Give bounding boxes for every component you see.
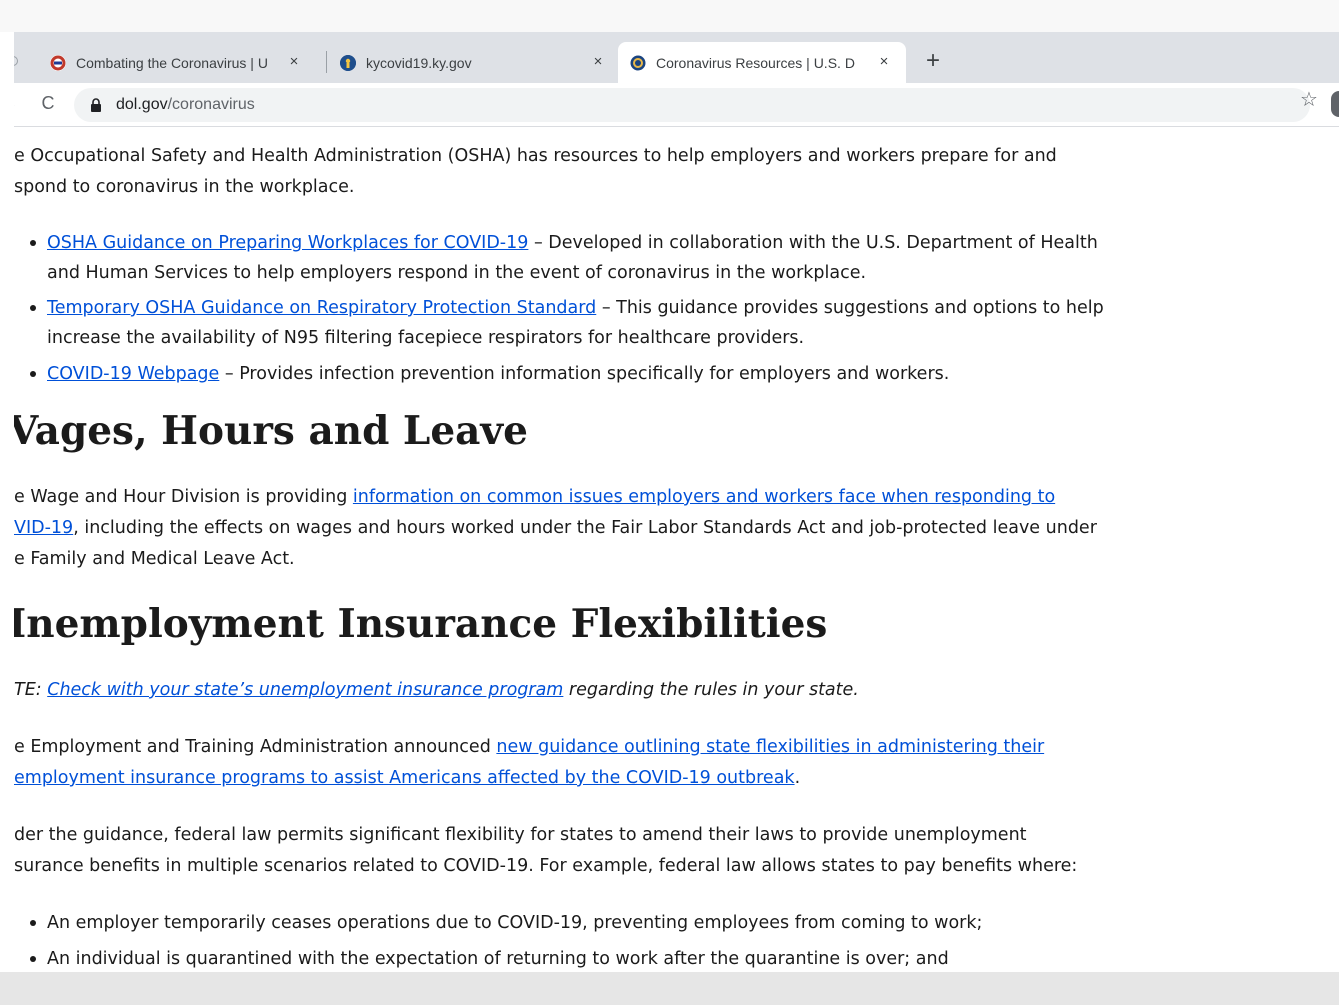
bookmark-star-icon[interactable]: ☆ (1295, 86, 1323, 114)
browser-window: Combating the Coronavirus | U × kycovid1… (14, 32, 1339, 972)
eta-line1: e Employment and Training Administration… (14, 732, 1044, 763)
list-item-text: – Developed in collaboration with the U.… (528, 233, 1098, 253)
dol-seal-favicon-icon (630, 55, 646, 71)
tab-kycovid[interactable]: kycovid19.ky.gov × (340, 42, 620, 83)
tab-separator (326, 51, 327, 73)
wage-hour-info-link[interactable]: information on common issues employers a… (353, 487, 1055, 507)
wages-line2: VID-19, including the effects on wages a… (14, 513, 1097, 544)
list-item-text: – Provides infection prevention informat… (219, 364, 950, 384)
profile-avatar[interactable] (1331, 91, 1339, 117)
lock-icon (90, 98, 102, 112)
respiratory-guidance-link[interactable]: Temporary OSHA Guidance on Respiratory P… (47, 298, 596, 318)
list-item: An individual is quarantined with the ex… (47, 949, 949, 969)
bullet-dot (30, 371, 36, 377)
tab-title: Combating the Coronavirus | U (76, 54, 268, 71)
list-item: OSHA Guidance on Preparing Workplaces fo… (47, 228, 1098, 258)
wages-line1: e Wage and Hour Division is providing in… (14, 482, 1055, 513)
guidance-line2: surance benefits in multiple scenarios r… (14, 856, 1078, 876)
forward-icon[interactable]: › (14, 96, 18, 112)
state-ui-program-link[interactable]: Check with your state’s unemployment ins… (47, 680, 563, 700)
eta-text: e Employment and Training Administration… (14, 737, 497, 757)
guidance-line1: der the guidance, federal law permits si… (14, 825, 1027, 845)
osha-intro-line1: e Occupational Safety and Health Adminis… (14, 146, 1057, 166)
wages-text: e Wage and Hour Division is providing (14, 487, 353, 507)
tab-strip: Combating the Coronavirus | U × kycovid1… (14, 32, 1339, 83)
top-backdrop (0, 0, 1339, 32)
bottom-backdrop (0, 972, 1339, 1005)
url-domain: dol.gov (116, 96, 168, 113)
wages-line3: e Family and Medical Leave Act. (14, 549, 295, 569)
close-tab-icon[interactable]: × (284, 52, 304, 72)
bullet-dot (30, 956, 36, 962)
list-item: An employer temporarily ceases operation… (47, 913, 983, 933)
bullet-dot (30, 240, 36, 246)
list-item: Temporary OSHA Guidance on Respiratory P… (47, 293, 1104, 323)
note-suffix: regarding the rules in your state. (563, 680, 859, 700)
wage-hour-info-link-cont[interactable]: VID-19 (14, 518, 73, 538)
new-tab-button[interactable]: + (920, 49, 946, 75)
osha-guidance-link[interactable]: OSHA Guidance on Preparing Workplaces fo… (47, 233, 528, 253)
list-item: COVID-19 Webpage – Provides infection pr… (47, 359, 949, 389)
partial-tab-edge (14, 56, 18, 66)
state-flexibilities-link-cont[interactable]: employment insurance programs to assist … (14, 768, 795, 788)
state-flexibilities-link[interactable]: new guidance outlining state flexibiliti… (496, 737, 1044, 757)
note-line: TE: Check with your state’s unemployment… (14, 675, 859, 706)
browser-toolbar: › C dol.gov/coronavirus ☆ (14, 83, 1339, 127)
tab-whitehouse[interactable]: Combating the Coronavirus | U × (50, 42, 316, 83)
list-item-continuation: and Human Services to help employers res… (47, 263, 867, 283)
note-prefix: TE: (14, 680, 48, 700)
osha-intro-line2: spond to coronavirus in the workplace. (14, 177, 355, 197)
tab-title: kycovid19.ky.gov (366, 54, 472, 71)
close-tab-icon[interactable]: × (588, 52, 608, 72)
unemployment-heading: Inemployment Insurance Flexibilities (14, 601, 828, 647)
address-bar[interactable]: dol.gov/coronavirus (74, 88, 1310, 122)
list-item-continuation: increase the availability of N95 filteri… (47, 328, 805, 348)
page-content: e Occupational Safety and Health Adminis… (14, 128, 1339, 972)
kentucky-favicon-icon (340, 54, 356, 71)
whitehouse-favicon-icon (50, 54, 66, 71)
covid-webpage-link[interactable]: COVID-19 Webpage (47, 364, 219, 384)
eta-line2: employment insurance programs to assist … (14, 763, 800, 794)
wages-text: , including the effects on wages and hou… (73, 518, 1097, 538)
tab-dol-coronavirus[interactable]: Coronavirus Resources | U.S. D × (618, 42, 906, 83)
wages-heading: Vages, Hours and Leave (14, 408, 528, 454)
tab-title: Coronavirus Resources | U.S. D (656, 54, 855, 71)
bullet-dot (30, 305, 36, 311)
reload-icon[interactable]: C (38, 93, 58, 115)
eta-suffix: . (794, 768, 801, 788)
close-tab-icon[interactable]: × (874, 52, 894, 72)
bullet-dot (30, 920, 36, 926)
url-path: /coronavirus (167, 96, 255, 113)
list-item-text: – This guidance provides suggestions and… (596, 298, 1104, 318)
